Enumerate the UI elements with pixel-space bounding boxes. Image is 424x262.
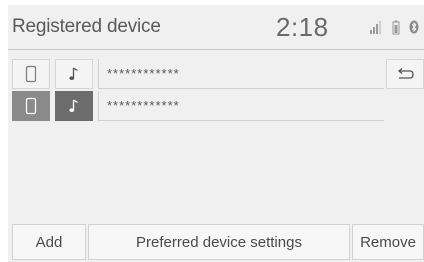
phone-toggle[interactable] xyxy=(12,91,50,121)
page-title: Registered device xyxy=(12,16,161,37)
battery-icon xyxy=(392,20,400,35)
audio-toggle[interactable] xyxy=(55,59,93,89)
clock: 2:18 xyxy=(276,12,329,42)
phone-toggle[interactable] xyxy=(12,59,50,89)
title-divider xyxy=(8,49,424,50)
device-name[interactable]: ************ xyxy=(98,59,384,89)
signal-icon xyxy=(370,21,381,34)
music-note-icon xyxy=(69,99,78,112)
bottom-button-bar: Add Preferred device settings Remove xyxy=(8,224,424,262)
device-name[interactable]: ************ xyxy=(98,91,384,121)
phone-icon xyxy=(25,97,37,115)
back-arrow-icon xyxy=(397,68,414,79)
registered-device-screen: Registered device 2:18 ************ ****… xyxy=(8,5,424,262)
audio-toggle[interactable] xyxy=(55,91,93,121)
bluetooth-icon xyxy=(409,20,419,34)
remove-button[interactable]: Remove xyxy=(352,224,424,260)
add-button[interactable]: Add xyxy=(12,224,86,260)
status-bar xyxy=(368,19,424,35)
phone-icon xyxy=(25,65,37,83)
music-note-icon xyxy=(69,67,78,80)
preferred-device-settings-button[interactable]: Preferred device settings xyxy=(88,224,350,260)
back-button[interactable] xyxy=(386,59,424,89)
